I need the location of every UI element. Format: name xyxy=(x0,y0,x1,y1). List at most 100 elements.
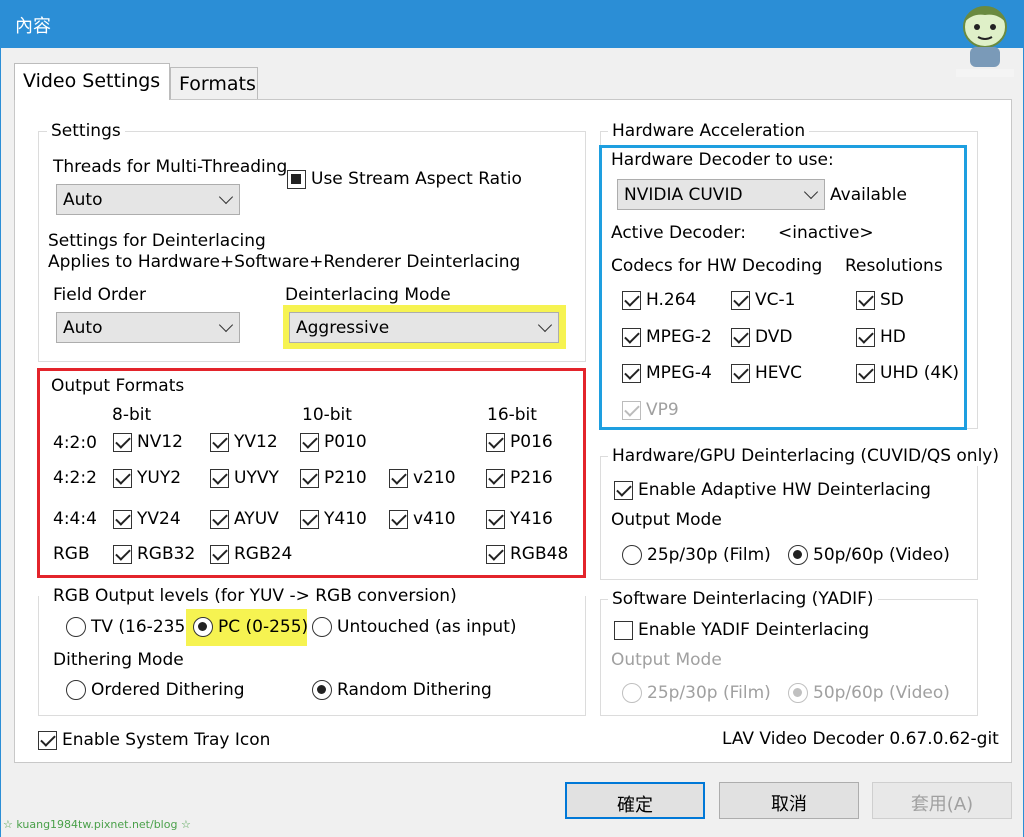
fmt-label: Y416 xyxy=(510,509,553,529)
fmt-yv12-checkbox[interactable]: YV12 xyxy=(210,432,278,452)
stream-aspect-label: Use Stream Aspect Ratio xyxy=(311,169,522,189)
fmt-label: Y410 xyxy=(324,509,367,529)
fmt-p016-checkbox[interactable]: P016 xyxy=(486,432,553,452)
res-uhd-checkbox[interactable]: UHD (4K) xyxy=(856,363,959,383)
codec-mpeg4-checkbox[interactable]: MPEG-4 xyxy=(622,363,712,383)
checkbox-icon xyxy=(287,169,306,189)
row-444-label: 4:4:4 xyxy=(53,509,97,529)
chevron-down-icon xyxy=(803,184,819,200)
fmt-label: v410 xyxy=(413,509,456,529)
hw-mode-video-label: 50p/60p (Video) xyxy=(813,545,950,565)
col-16bit: 16-bit xyxy=(487,405,537,425)
hw-deint-enable-checkbox[interactable]: Enable Adaptive HW Deinterlacing xyxy=(614,480,931,500)
checkmark-icon xyxy=(486,468,505,488)
fmt-rgb24-checkbox[interactable]: RGB24 xyxy=(210,544,292,564)
stream-aspect-checkbox[interactable]: Use Stream Aspect Ratio xyxy=(287,169,522,189)
fmt-v210-checkbox[interactable]: v210 xyxy=(389,468,456,488)
fmt-label: P010 xyxy=(324,432,367,452)
checkmark-icon xyxy=(113,468,132,488)
fmt-p210-checkbox[interactable]: P210 xyxy=(300,468,367,488)
codec-hevc-checkbox[interactable]: HEVC xyxy=(731,363,802,383)
fmt-uyvy-checkbox[interactable]: UYVY xyxy=(210,468,279,488)
fmt-yv24-checkbox[interactable]: YV24 xyxy=(113,509,181,529)
fmt-label: RGB32 xyxy=(137,544,196,564)
fmt-p216-checkbox[interactable]: P216 xyxy=(486,468,553,488)
checkmark-icon xyxy=(38,730,57,750)
fmt-label: P216 xyxy=(510,468,553,488)
hw-mode-film-radio[interactable]: 25p/30p (Film) xyxy=(622,545,771,565)
fmt-nv12-checkbox[interactable]: NV12 xyxy=(113,432,183,452)
fmt-rgb48-checkbox[interactable]: RGB48 xyxy=(486,544,568,564)
fmt-y410-checkbox[interactable]: Y410 xyxy=(300,509,367,529)
radio-selected-icon xyxy=(312,680,332,700)
rgb-untouched-radio[interactable]: Untouched (as input) xyxy=(312,617,517,637)
checkmark-icon xyxy=(300,509,319,529)
rgb-tv-label: TV (16-235) xyxy=(91,617,192,637)
sw-mode-video-radio: 50p/60p (Video) xyxy=(788,683,950,703)
codec-label: VC-1 xyxy=(755,290,796,310)
row-422-label: 4:2:2 xyxy=(53,468,97,488)
codec-label: DVD xyxy=(755,327,793,347)
output-formats-title: Output Formats xyxy=(51,376,185,396)
res-hd-checkbox[interactable]: HD xyxy=(856,327,906,347)
checkmark-icon xyxy=(300,468,319,488)
fmt-y416-checkbox[interactable]: Y416 xyxy=(486,509,553,529)
sw-deint-enable-checkbox[interactable]: Enable YADIF Deinterlacing xyxy=(614,620,869,640)
hw-deint-title: Hardware/GPU Deinterlacing (CUVID/QS onl… xyxy=(608,446,1003,466)
dither-random-radio[interactable]: Random Dithering xyxy=(312,680,492,700)
field-order-select[interactable]: Auto xyxy=(56,312,240,343)
checkmark-icon xyxy=(113,432,132,452)
sw-mode-video-label: 50p/60p (Video) xyxy=(813,683,950,703)
codec-label: MPEG-4 xyxy=(646,363,712,383)
fmt-label: NV12 xyxy=(137,432,183,452)
checkmark-icon xyxy=(622,327,641,347)
res-label: UHD (4K) xyxy=(880,363,959,383)
checkmark-icon xyxy=(486,544,505,564)
row-rgb-label: RGB xyxy=(53,544,90,564)
codecs-label: Codecs for HW Decoding xyxy=(611,256,823,276)
fmt-label: v210 xyxy=(413,468,456,488)
active-decoder-label: Active Decoder: xyxy=(611,223,746,243)
codec-dvd-checkbox[interactable]: DVD xyxy=(731,327,793,347)
tab-label: Video Settings xyxy=(23,70,161,92)
codec-label: HEVC xyxy=(755,363,803,383)
fmt-rgb32-checkbox[interactable]: RGB32 xyxy=(113,544,195,564)
fmt-v410-checkbox[interactable]: v410 xyxy=(389,509,456,529)
checkmark-icon xyxy=(622,290,641,310)
row-420-label: 4:2:0 xyxy=(53,433,97,453)
tab-video-settings[interactable]: Video Settings xyxy=(14,63,170,100)
deint-mode-select[interactable]: Aggressive xyxy=(289,312,559,343)
sw-mode-film-label: 25p/30p (Film) xyxy=(647,683,771,703)
tray-icon-checkbox[interactable]: Enable System Tray Icon xyxy=(38,730,270,750)
rgb-pc-radio[interactable]: PC (0-255) xyxy=(193,617,308,637)
hw-deint-enable-label: Enable Adaptive HW Deinterlacing xyxy=(638,480,931,500)
threads-label: Threads for Multi-Threading xyxy=(53,157,288,177)
sw-deint-title: Software Deinterlacing (YADIF) xyxy=(608,589,878,609)
fmt-label: YV24 xyxy=(137,509,181,529)
checkmark-icon xyxy=(210,432,229,452)
deint-settings-title: Settings for Deinterlacing xyxy=(48,231,266,251)
checkmark-icon xyxy=(486,509,505,529)
fmt-label: YUY2 xyxy=(137,468,182,488)
checkmark-icon xyxy=(389,468,408,488)
hw-decoder-select[interactable]: NVIDIA CUVID xyxy=(617,179,825,210)
fmt-ayuv-checkbox[interactable]: AYUV xyxy=(210,509,279,529)
codec-vp9-checkbox: VP9 xyxy=(622,400,679,420)
codec-mpeg2-checkbox[interactable]: MPEG-2 xyxy=(622,327,712,347)
hw-output-mode-label: Output Mode xyxy=(611,510,722,530)
codec-h264-checkbox[interactable]: H.264 xyxy=(622,290,696,310)
checkmark-icon xyxy=(622,363,641,383)
threads-value: Auto xyxy=(63,190,103,210)
dithering-label: Dithering Mode xyxy=(53,650,184,670)
hw-mode-video-radio[interactable]: 50p/60p (Video) xyxy=(788,545,950,565)
checkmark-icon xyxy=(486,432,505,452)
threads-select[interactable]: Auto xyxy=(56,184,240,215)
codec-vc1-checkbox[interactable]: VC-1 xyxy=(731,290,795,310)
res-sd-checkbox[interactable]: SD xyxy=(856,290,904,310)
fmt-yuy2-checkbox[interactable]: YUY2 xyxy=(113,468,181,488)
dither-ordered-radio[interactable]: Ordered Dithering xyxy=(66,680,245,700)
chevron-down-icon xyxy=(218,189,234,205)
checkmark-icon xyxy=(113,544,132,564)
fmt-p010-checkbox[interactable]: P010 xyxy=(300,432,367,452)
rgb-tv-radio[interactable]: TV (16-235) xyxy=(66,617,192,637)
